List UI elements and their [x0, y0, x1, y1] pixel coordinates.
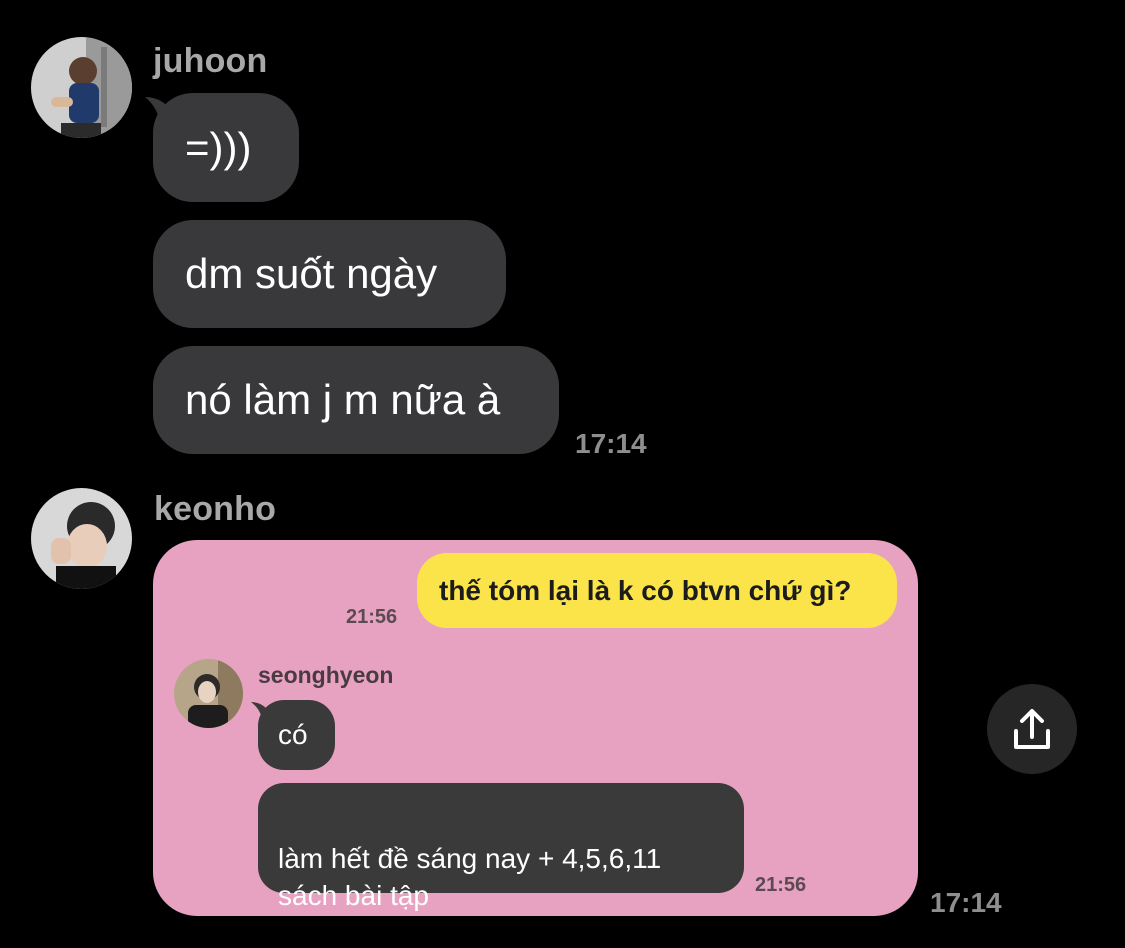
screenshot-avatar-seonghyeon: [174, 659, 243, 728]
message-text: dm suốt ngày: [185, 250, 438, 297]
screenshot-outgoing-bubble: thế tóm lại là k có btvn chứ gì?: [417, 553, 897, 628]
message-timestamp: 17:14: [575, 428, 647, 459]
message-text: =))): [185, 123, 252, 171]
screenshot-incoming-text: có: [278, 719, 308, 750]
screenshot-incoming-timestamp: 21:56: [755, 874, 807, 896]
message-text: nó làm j m nữa à: [185, 376, 501, 423]
avatar-juhoon[interactable]: [31, 37, 132, 138]
avatar-juhoon-image: [31, 37, 132, 138]
sender-name-juhoon: juhoon: [153, 42, 268, 80]
message-bubble[interactable]: dm suốt ngày: [153, 220, 506, 328]
screenshot-incoming-bubble: có: [258, 700, 335, 770]
message-bubble[interactable]: =))): [153, 93, 299, 202]
screenshot-incoming-text: làm hết đề sáng nay + 4,5,6,11 sách bài …: [278, 843, 662, 911]
screenshot-sender-name: seonghyeon: [258, 662, 394, 688]
avatar-keonho[interactable]: [31, 488, 132, 589]
screenshot-outgoing-timestamp: 21:56: [346, 606, 398, 628]
sender-name-keonho: keonho: [154, 490, 277, 528]
message-timestamp: 17:14: [930, 887, 1002, 918]
share-button[interactable]: [987, 684, 1077, 774]
screenshot-incoming-bubble: làm hết đề sáng nay + 4,5,6,11 sách bài …: [258, 783, 744, 911]
message-bubble[interactable]: nó làm j m nữa à: [153, 346, 559, 454]
screenshot-outgoing-text: thế tóm lại là k có btvn chứ gì?: [439, 574, 852, 606]
share-upload-icon: [1014, 709, 1050, 749]
avatar-keonho-image: [31, 488, 132, 589]
screenshot-avatar-image: [174, 659, 243, 728]
shared-screenshot[interactable]: 21:56 thế tóm lại là k có btvn chứ gì? s…: [153, 540, 918, 916]
